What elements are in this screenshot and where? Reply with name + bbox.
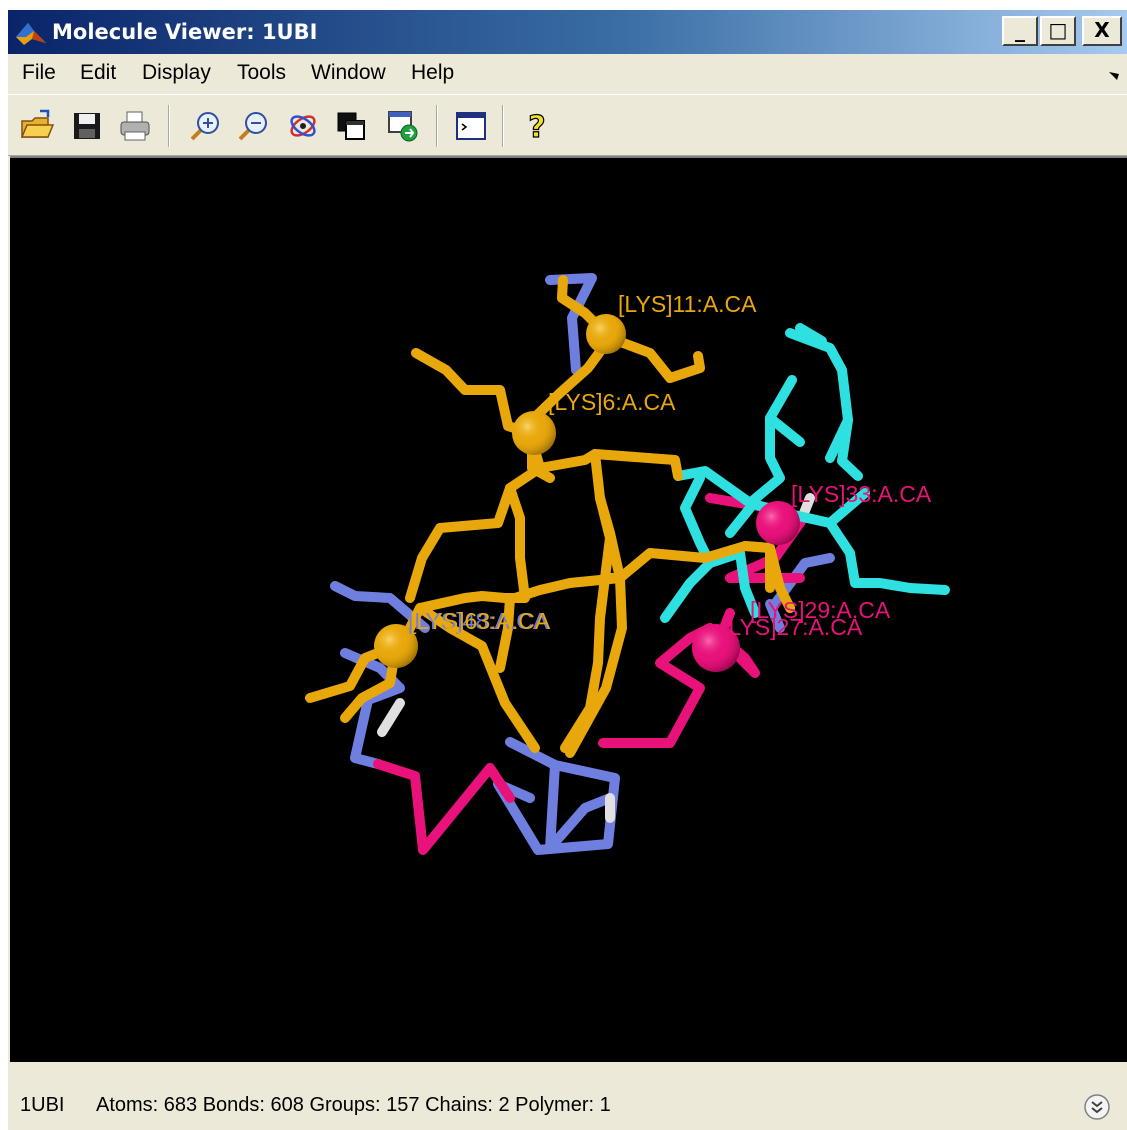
minimize-button[interactable]: _ xyxy=(1002,16,1038,46)
menu-window[interactable]: Window xyxy=(311,61,386,85)
help-glyph: ? xyxy=(528,110,545,145)
title-bar[interactable]: Molecule Viewer: 1UBI _ □ X xyxy=(8,10,1127,54)
zoom-out-icon[interactable] xyxy=(234,107,272,145)
close-button[interactable]: X xyxy=(1082,16,1122,46)
open-folder-icon[interactable] xyxy=(18,107,56,145)
zoom-in-icon[interactable] xyxy=(186,107,224,145)
help-icon[interactable]: ? xyxy=(518,107,556,145)
expand-panel-icon[interactable] xyxy=(1083,1093,1111,1121)
menu-edit[interactable]: Edit xyxy=(80,61,116,85)
toolbar-separator xyxy=(502,105,504,147)
dock-arrow-icon[interactable] xyxy=(1107,68,1121,82)
status-molecule-stats: Atoms: 683 Bonds: 608 Groups: 157 Chains… xyxy=(96,1094,611,1116)
menu-bar: File Edit Display Tools Window Help xyxy=(8,56,1127,92)
export-icon[interactable] xyxy=(384,107,422,145)
label-lys6: [LYS]6:A.CA xyxy=(548,389,676,415)
sidechain-cyan xyxy=(660,323,950,623)
menu-help[interactable]: Help xyxy=(411,61,454,85)
menu-file[interactable]: File xyxy=(22,61,56,85)
menu-display[interactable]: Display xyxy=(142,61,211,85)
rotate-molecule-icon[interactable] xyxy=(284,107,322,145)
matlab-logo-icon xyxy=(16,23,46,45)
copy-window-icon[interactable] xyxy=(332,107,370,145)
maximize-button[interactable]: □ xyxy=(1040,16,1076,46)
toolbar-separator xyxy=(436,105,438,147)
molecule-canvas[interactable]: [LYS]11:A.CA [LYS]6:A.CA [LYS]33:A.CA [L… xyxy=(10,158,1127,1062)
status-molecule-name: 1UBI xyxy=(20,1094,65,1116)
label-lys33: [LYS]33:A.CA xyxy=(791,481,932,507)
molecule-viewer-window: Molecule Viewer: 1UBI _ □ X File Edit Di… xyxy=(8,10,1127,1130)
menu-tools[interactable]: Tools xyxy=(237,61,286,85)
label-lys11: [LYS]11:A.CA xyxy=(618,291,757,317)
backbone-yellow xyxy=(305,275,795,758)
window-title: Molecule Viewer: 1UBI xyxy=(52,20,318,44)
command-window-icon[interactable] xyxy=(452,107,490,145)
toolbar: ? xyxy=(8,94,1127,156)
status-bar: 1UBI Atoms: 683 Bonds: 608 Groups: 157 C… xyxy=(8,1066,1127,1130)
label-lys27: [LYS]27:A.CA xyxy=(722,614,863,640)
print-icon[interactable] xyxy=(116,107,154,145)
toolbar-separator xyxy=(168,105,170,147)
save-icon[interactable] xyxy=(68,107,106,145)
label-lys63: [LYS]63:A.CA xyxy=(410,608,551,634)
molecule-3d-view[interactable]: [LYS]11:A.CA [LYS]6:A.CA [LYS]33:A.CA [L… xyxy=(10,156,1127,1062)
